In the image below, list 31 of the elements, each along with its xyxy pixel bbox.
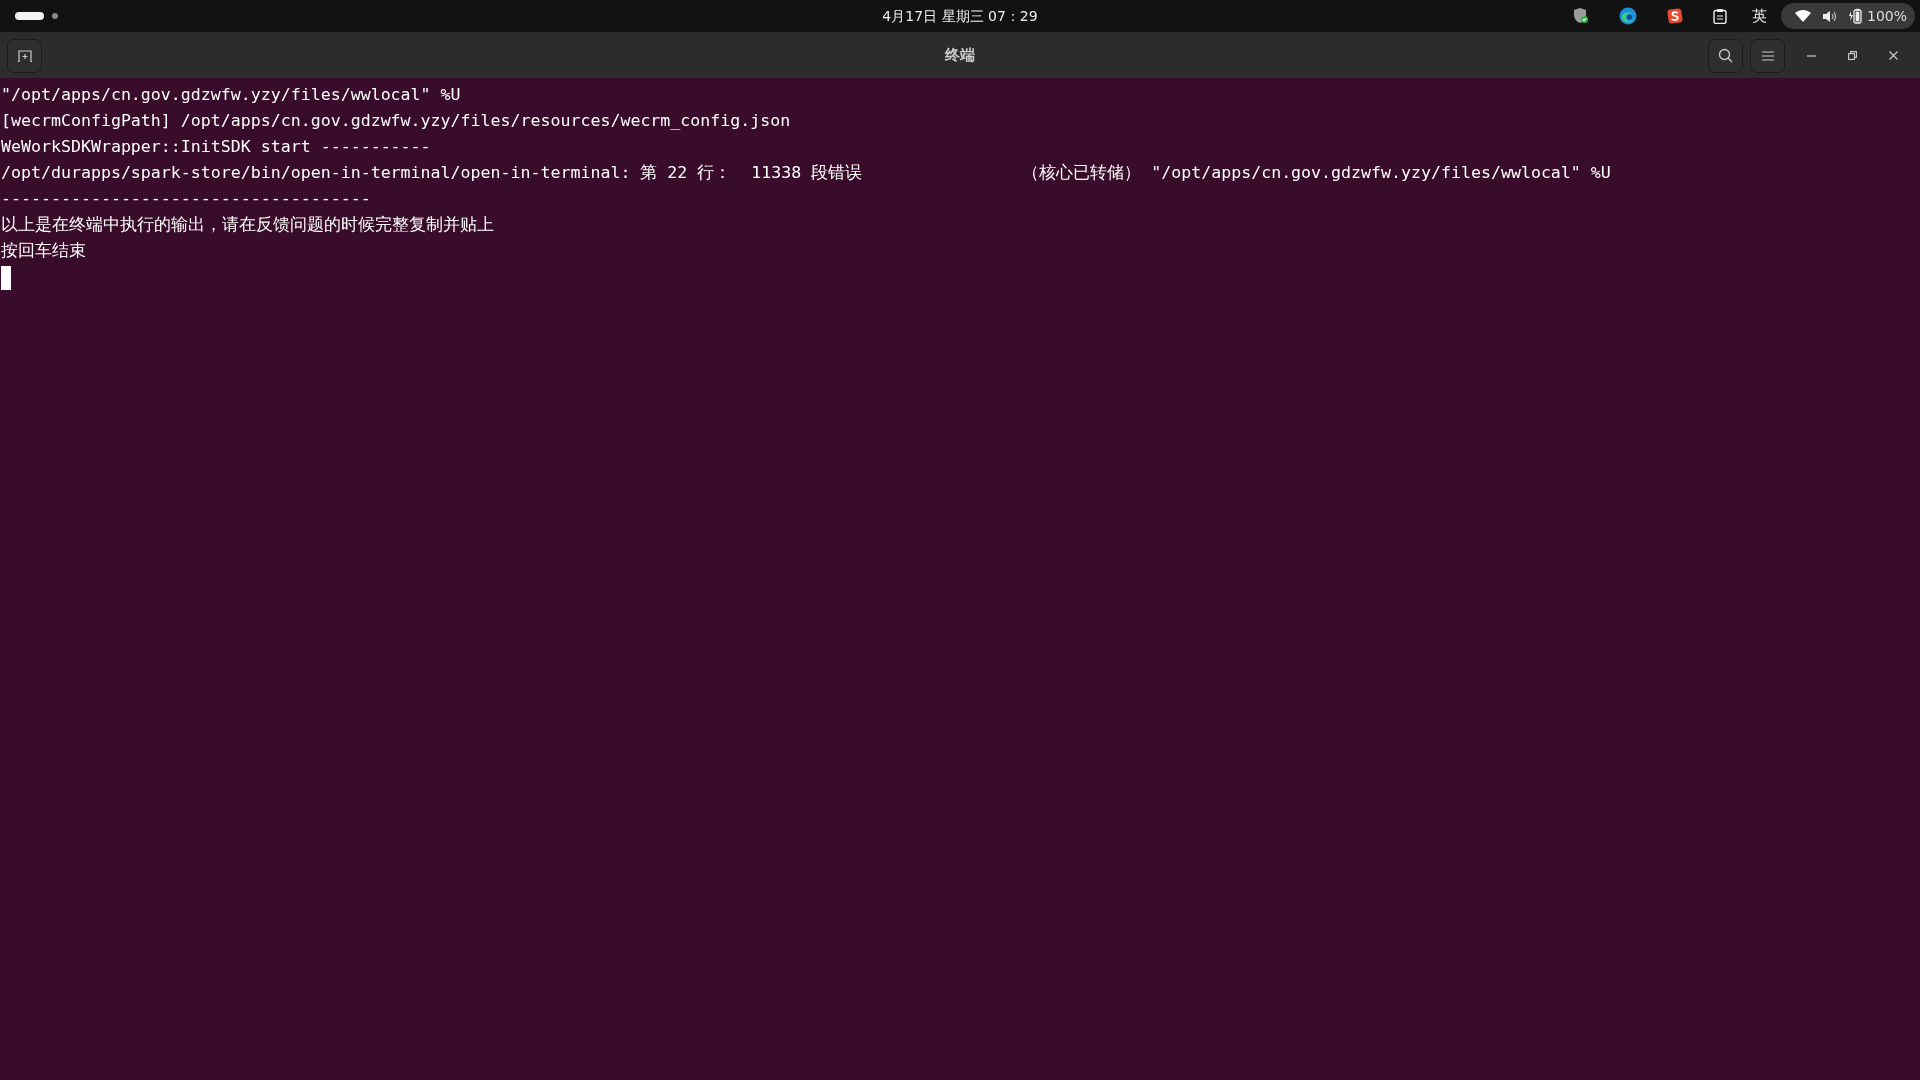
system-status-menu[interactable]: 100%: [1780, 3, 1915, 29]
workspace-dot[interactable]: [52, 13, 58, 19]
terminal-output-line: /opt/durapps/spark-store/bin/open-in-terminal/open-in-terminal: 第 22 行： 11338 段错误: [1, 163, 863, 182]
wifi-icon: [1794, 10, 1811, 22]
menu-icon: [1761, 50, 1774, 61]
input-method-indicator[interactable]: 英: [1751, 6, 1767, 26]
new-tab-button[interactable]: [7, 38, 42, 73]
terminal-output-line: 按回车结束: [1, 241, 86, 260]
search-icon: [1718, 48, 1733, 63]
search-button[interactable]: [1708, 38, 1743, 73]
window-title: 终端: [945, 46, 975, 65]
clock[interactable]: 4月17日 星期三 07：29: [882, 8, 1038, 24]
shield-icon[interactable]: [1572, 7, 1589, 25]
workspace-indicator[interactable]: [15, 12, 44, 20]
browser-logo-icon[interactable]: [1618, 7, 1637, 25]
clipboard-icon[interactable]: [1712, 8, 1727, 24]
battery-percentage: 100%: [1866, 8, 1907, 24]
menu-button[interactable]: [1750, 38, 1785, 73]
new-tab-icon: [17, 49, 32, 62]
minimize-icon: [1806, 54, 1816, 57]
input-method-logo-icon[interactable]: [1666, 8, 1683, 24]
terminal-output-line: "/opt/apps/cn.gov.gdzwfw.yzy/files/wwlocal" %U: [1, 85, 461, 104]
battery-icon: [1847, 8, 1862, 24]
restore-icon: [1847, 51, 1857, 60]
volume-icon: [1821, 9, 1837, 23]
terminal-output-text: （核心已转储） "/opt/apps/cn.gov.gdzwfw.yzy/files/wwlocal" %U: [1022, 163, 1611, 182]
terminal-output-line: 以上是在终端中执行的输出，请在反馈问题的时候完整复制并贴上: [1, 215, 494, 234]
terminal-output-line: WeWorkSDKWrapper::InitSDK start -----------: [1, 137, 431, 156]
close-icon: [1888, 51, 1898, 60]
terminal-output-line: [wecrmConfigPath] /opt/apps/cn.gov.gdzwfw.yzy/files/resources/wecrm_config.json: [1, 111, 791, 130]
terminal-output-line: -------------------------------------: [1, 189, 371, 208]
